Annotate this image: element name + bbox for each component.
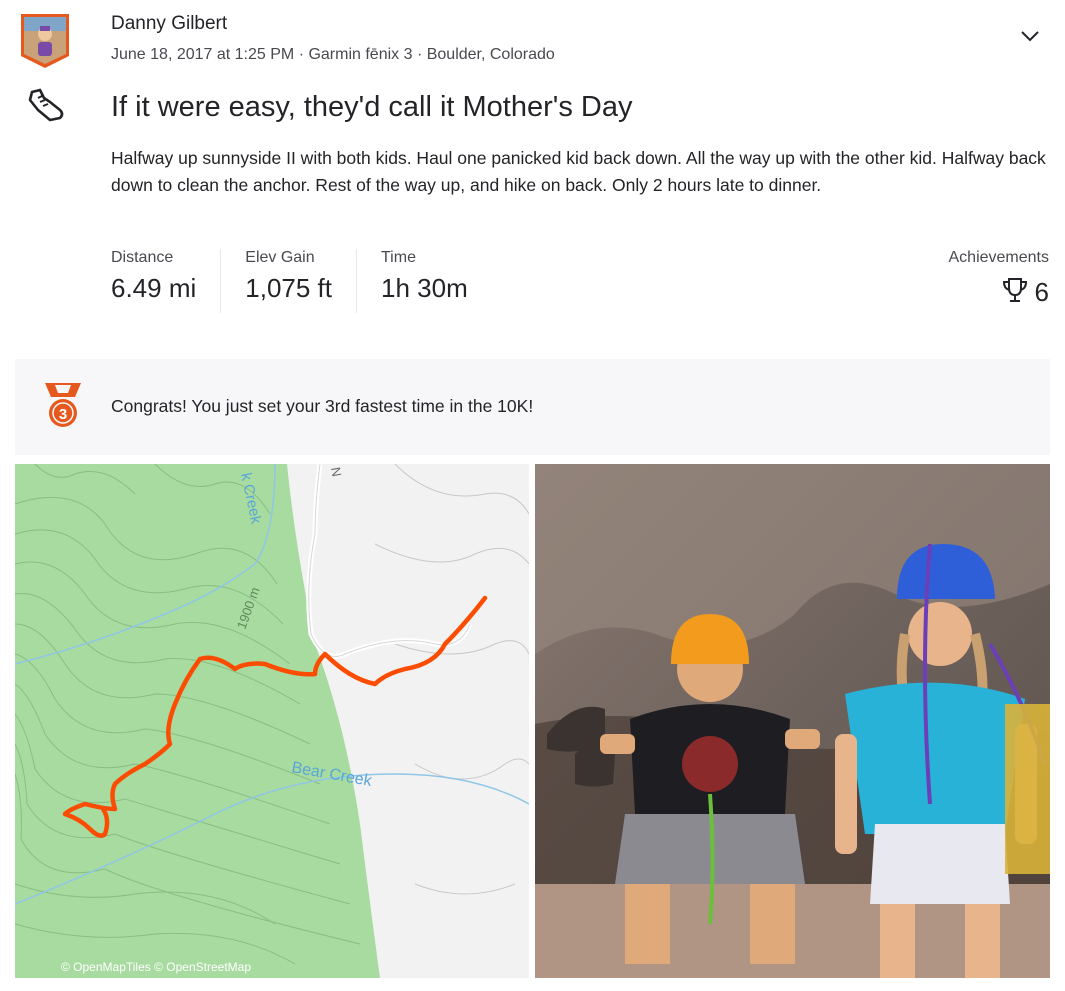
activity-description: Halfway up sunnyside II with both kids. … [111, 148, 1046, 195]
achievement-text: Congrats! You just set your 3rd fastest … [111, 396, 534, 416]
activity-meta: June 18, 2017 at 1:25 PM · Garmin fēnix … [111, 46, 555, 63]
stat-value: 1,075 ft [245, 273, 332, 303]
stat-label: Time [381, 249, 416, 266]
run-shoe-icon [24, 88, 66, 124]
avatar[interactable] [18, 12, 72, 70]
athlete-name-link[interactable]: Danny Gilbert [111, 13, 227, 35]
route-map[interactable]: k Creek 1900 m Bear Creek N © OpenMapTil… [15, 464, 529, 978]
chevron-down-icon[interactable] [1016, 24, 1044, 48]
achievements-label: Achievements [948, 249, 1050, 266]
achievements: Achievements 6 [949, 249, 1050, 309]
achievements-count: 6 [1034, 277, 1049, 307]
stat-distance: Distance 6.49 mi [111, 249, 222, 313]
activity-title[interactable]: If it were easy, they'd call it Mother's… [111, 91, 632, 124]
stat-value: 6.49 mi [111, 273, 197, 303]
activity-photo[interactable] [535, 464, 1050, 978]
map-attribution[interactable]: © OpenMapTiles © OpenStreetMap [61, 960, 251, 974]
achievement-banner: 3 Congrats! You just set your 3rd fastes… [15, 359, 1050, 455]
stats-row: Distance 6.49 mi Elev Gain 1,075 ft Time… [111, 249, 516, 313]
stat-label: Elev Gain [245, 249, 315, 266]
stat-elev-gain: Elev Gain 1,075 ft [245, 249, 357, 313]
achievements-button[interactable]: 6 [949, 276, 1049, 309]
stat-label: Distance [111, 249, 174, 266]
trophy-icon [1001, 276, 1029, 309]
stat-value: 1h 30m [381, 273, 468, 303]
medal-icon: 3 [41, 381, 85, 431]
medal-rank: 3 [59, 406, 67, 423]
stat-time: Time 1h 30m [381, 249, 492, 313]
